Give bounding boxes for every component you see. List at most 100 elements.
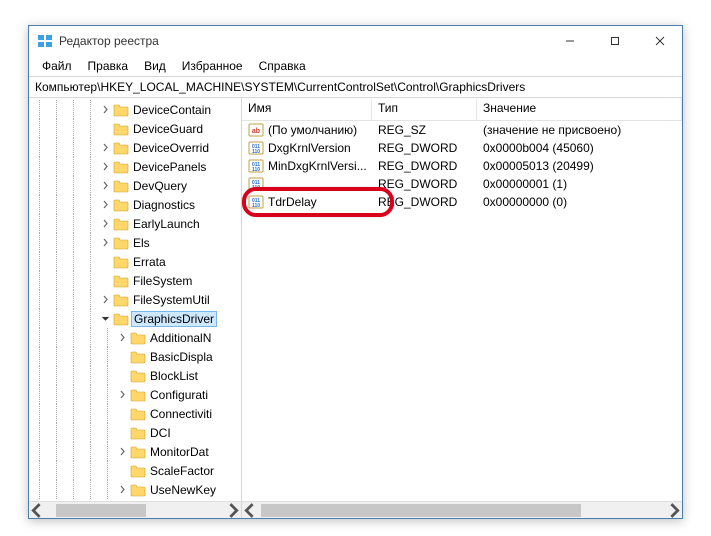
- close-button[interactable]: [637, 26, 682, 56]
- value-name: MinDxgKrnlVersi...: [268, 159, 367, 173]
- tree[interactable]: DeviceContain DeviceGuard DeviceOverrid Dev…: [29, 98, 241, 501]
- menu-file[interactable]: Файл: [35, 57, 79, 75]
- chevron-right-icon[interactable]: [99, 295, 112, 304]
- folder-icon: [113, 236, 129, 250]
- column-type[interactable]: Тип: [372, 98, 477, 120]
- chevron-right-icon[interactable]: [99, 105, 112, 114]
- tree-item[interactable]: EarlyLaunch: [29, 214, 241, 233]
- tree-item[interactable]: FileSystemUtil: [29, 290, 241, 309]
- list-row[interactable]: 011110MinDxgKrnlVersi...REG_DWORD0x00005…: [242, 157, 682, 175]
- menubar: Файл Правка Вид Избранное Справка: [29, 56, 682, 76]
- minimize-button[interactable]: [547, 26, 592, 56]
- scroll-track[interactable]: [259, 502, 665, 519]
- scroll-right-icon[interactable]: [224, 502, 241, 519]
- menu-help[interactable]: Справка: [252, 57, 313, 75]
- value-type: REG_DWORD: [378, 195, 457, 209]
- chevron-right-icon[interactable]: [99, 200, 112, 209]
- tree-item[interactable]: ScaleFactor: [29, 461, 241, 480]
- tree-label: GraphicsDriver: [131, 311, 217, 327]
- tree-item[interactable]: UseNewKey: [29, 480, 241, 499]
- chevron-right-icon[interactable]: [116, 447, 129, 456]
- regedit-icon: [37, 33, 53, 49]
- chevron-right-icon[interactable]: [116, 333, 129, 342]
- chevron-right-icon[interactable]: [99, 238, 112, 247]
- value-data: 0x00005013 (20499): [483, 159, 594, 173]
- folder-icon: [113, 293, 129, 307]
- window-controls: [547, 26, 682, 56]
- chevron-right-icon[interactable]: [99, 162, 112, 171]
- chevron-down-icon[interactable]: [99, 314, 112, 323]
- folder-icon: [113, 255, 129, 269]
- value-data: 0x0000b004 (45060): [483, 141, 594, 155]
- tree-item[interactable]: DevQuery: [29, 176, 241, 195]
- scroll-left-icon[interactable]: [29, 502, 46, 519]
- folder-icon: [113, 217, 129, 231]
- tree-label: Connectiviti: [149, 407, 213, 421]
- column-value[interactable]: Значение: [477, 98, 682, 120]
- body: DeviceContain DeviceGuard DeviceOverrid Dev…: [29, 98, 682, 518]
- regedit-window: Редактор реестра Файл Правка Вид Избранн…: [28, 25, 683, 519]
- tree-item[interactable]: BasicDispla: [29, 347, 241, 366]
- tree-label: FileSystem: [132, 274, 193, 288]
- chevron-right-icon[interactable]: [99, 143, 112, 152]
- list-row[interactable]: ab(По умолчанию)REG_SZ(значение не присв…: [242, 121, 682, 139]
- address-bar[interactable]: Компьютер\HKEY_LOCAL_MACHINE\SYSTEM\Curr…: [29, 76, 682, 98]
- list-hscrollbar[interactable]: [242, 501, 682, 518]
- tree-item[interactable]: DeviceContain: [29, 100, 241, 119]
- tree-item[interactable]: Els: [29, 233, 241, 252]
- scroll-thumb[interactable]: [261, 504, 581, 517]
- column-name[interactable]: Имя: [242, 98, 372, 120]
- list-row[interactable]: 011110TdrDelayREG_DWORD0x00000000 (0): [242, 193, 682, 211]
- maximize-button[interactable]: [592, 26, 637, 56]
- chevron-right-icon[interactable]: [99, 219, 112, 228]
- tree-item[interactable]: BlockList: [29, 366, 241, 385]
- titlebar: Редактор реестра: [29, 26, 682, 56]
- tree-item[interactable]: AdditionalN: [29, 328, 241, 347]
- tree-item[interactable]: DeviceOverrid: [29, 138, 241, 157]
- tree-item[interactable]: GraphicsDriver: [29, 309, 241, 328]
- tree-item[interactable]: DevicePanels: [29, 157, 241, 176]
- tree-panel: DeviceContain DeviceGuard DeviceOverrid Dev…: [29, 98, 242, 518]
- tree-item[interactable]: Diagnostics: [29, 195, 241, 214]
- folder-icon: [113, 160, 129, 174]
- tree-hscrollbar[interactable]: [29, 501, 241, 518]
- tree-label: ScaleFactor: [149, 464, 215, 478]
- value-name: DxgKrnlVersion: [268, 141, 351, 155]
- scroll-right-icon[interactable]: [665, 502, 682, 519]
- list-body[interactable]: ab(По умолчанию)REG_SZ(значение не присв…: [242, 121, 682, 501]
- folder-icon: [113, 103, 129, 117]
- tree-label: Configurati: [149, 388, 209, 402]
- tree-item[interactable]: FileSystem: [29, 271, 241, 290]
- menu-edit[interactable]: Правка: [81, 57, 136, 75]
- scroll-thumb[interactable]: [56, 504, 146, 517]
- svg-text:110: 110: [252, 185, 260, 191]
- list-row[interactable]: 011110REG_DWORD0x00000001 (1): [242, 175, 682, 193]
- list-row[interactable]: 011110DxgKrnlVersionREG_DWORD0x0000b004 …: [242, 139, 682, 157]
- tree-label: DCI: [149, 426, 172, 440]
- window-title: Редактор реестра: [59, 34, 159, 48]
- address-text: Компьютер\HKEY_LOCAL_MACHINE\SYSTEM\Curr…: [35, 80, 525, 94]
- folder-icon: [130, 464, 146, 478]
- tree-item[interactable]: Connectiviti: [29, 404, 241, 423]
- tree-item[interactable]: DCI: [29, 423, 241, 442]
- tree-label: DeviceOverrid: [132, 141, 210, 155]
- chevron-right-icon[interactable]: [116, 390, 129, 399]
- svg-text:110: 110: [252, 167, 260, 173]
- folder-icon: [130, 350, 146, 364]
- folder-icon: [130, 407, 146, 421]
- tree-item[interactable]: Configurati: [29, 385, 241, 404]
- tree-item[interactable]: MonitorDat: [29, 442, 241, 461]
- tree-item[interactable]: Errata: [29, 252, 241, 271]
- chevron-right-icon[interactable]: [99, 181, 112, 190]
- menu-favorites[interactable]: Избранное: [175, 57, 250, 75]
- menu-view[interactable]: Вид: [137, 57, 173, 75]
- svg-text:ab: ab: [252, 128, 260, 135]
- reg-dword-icon: 011110: [248, 158, 264, 174]
- scroll-track[interactable]: [46, 502, 224, 519]
- folder-icon: [113, 141, 129, 155]
- scroll-left-icon[interactable]: [242, 502, 259, 519]
- tree-label: DeviceGuard: [132, 122, 204, 136]
- list-header: Имя Тип Значение: [242, 98, 682, 121]
- chevron-right-icon[interactable]: [116, 485, 129, 494]
- tree-item[interactable]: DeviceGuard: [29, 119, 241, 138]
